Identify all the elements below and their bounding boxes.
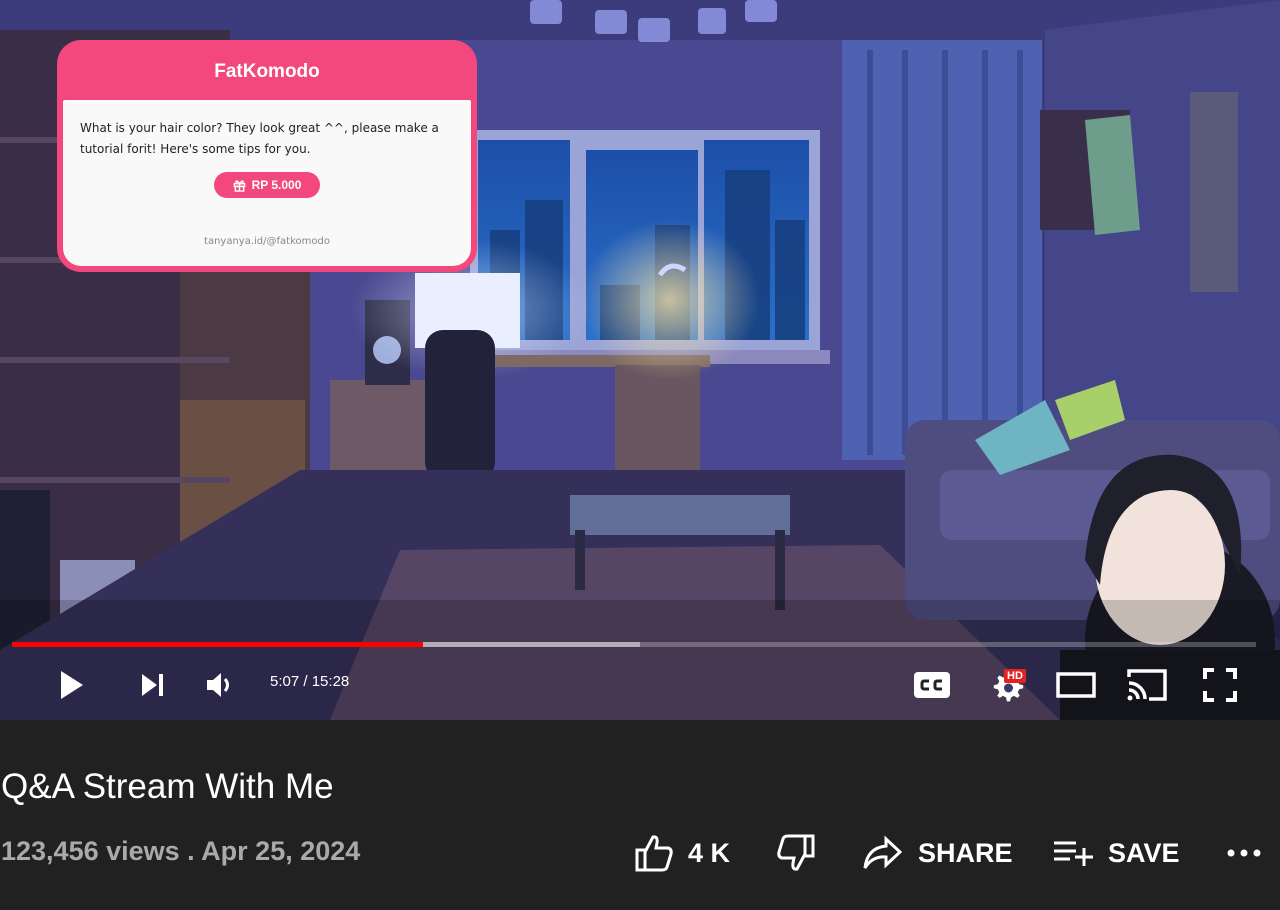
time-separator: /: [299, 673, 312, 690]
theater-mode-button[interactable]: [1052, 664, 1100, 706]
share-label: SHARE: [918, 837, 1013, 868]
donation-message: What is your hair color? They look great…: [80, 121, 439, 156]
like-button[interactable]: 4 K: [634, 828, 730, 878]
like-count: 4 K: [688, 837, 731, 868]
fullscreen-button[interactable]: [1198, 664, 1242, 706]
cast-button[interactable]: [1122, 664, 1172, 706]
more-actions-button[interactable]: [1226, 828, 1262, 878]
captions-button[interactable]: [910, 664, 954, 706]
thumbs-up-icon: [635, 835, 673, 872]
playlist-add-icon: [1054, 841, 1093, 866]
hd-badge: HD: [1004, 669, 1026, 683]
view-count: 123,456 views: [1, 836, 180, 866]
thumbs-down-icon: [777, 834, 815, 871]
donation-body: What is your hair color? They look great…: [63, 100, 471, 266]
theater-icon: [1056, 672, 1096, 698]
donation-card: FatKomodo What is your hair color? They …: [57, 40, 477, 272]
donation-link: tanyanya.id/@fatkomodo: [204, 236, 330, 247]
more-icon: [1227, 849, 1261, 857]
volume-icon: [207, 673, 229, 697]
play-icon: [61, 671, 83, 699]
save-label: SAVE: [1108, 837, 1180, 868]
save-button[interactable]: SAVE: [1052, 828, 1180, 878]
share-icon: [863, 835, 903, 869]
time-current: 5:07: [270, 673, 300, 690]
cast-icon: [1127, 669, 1167, 701]
share-button[interactable]: SHARE: [862, 828, 1013, 878]
time-display: 5:07 / 15:28: [270, 673, 349, 690]
donor-name: FatKomodo: [214, 61, 320, 82]
gift-icon: [233, 179, 245, 192]
fullscreen-icon: [1203, 668, 1237, 702]
video-meta: 123,456 views . Apr 25, 2024: [1, 836, 360, 867]
video-title: Q&A Stream With Me: [1, 767, 334, 806]
progress-played: [12, 642, 423, 647]
dislike-button[interactable]: [776, 828, 816, 878]
progress-bar[interactable]: [12, 641, 1256, 648]
meta-separator: .: [179, 836, 202, 866]
time-total: 15:28: [311, 673, 350, 690]
captions-icon: [914, 672, 950, 698]
next-button[interactable]: [132, 664, 172, 706]
settings-button[interactable]: HD: [982, 664, 1032, 706]
next-icon: [142, 674, 163, 696]
donation-amount: RP 5.000: [251, 178, 302, 192]
donation-amount-badge: RP 5.000: [214, 172, 320, 198]
video-player[interactable]: FatKomodo What is your hair color? They …: [0, 0, 1280, 720]
volume-button[interactable]: [198, 664, 238, 706]
upload-date: Apr 25, 2024: [201, 836, 361, 866]
play-button[interactable]: [50, 664, 92, 706]
